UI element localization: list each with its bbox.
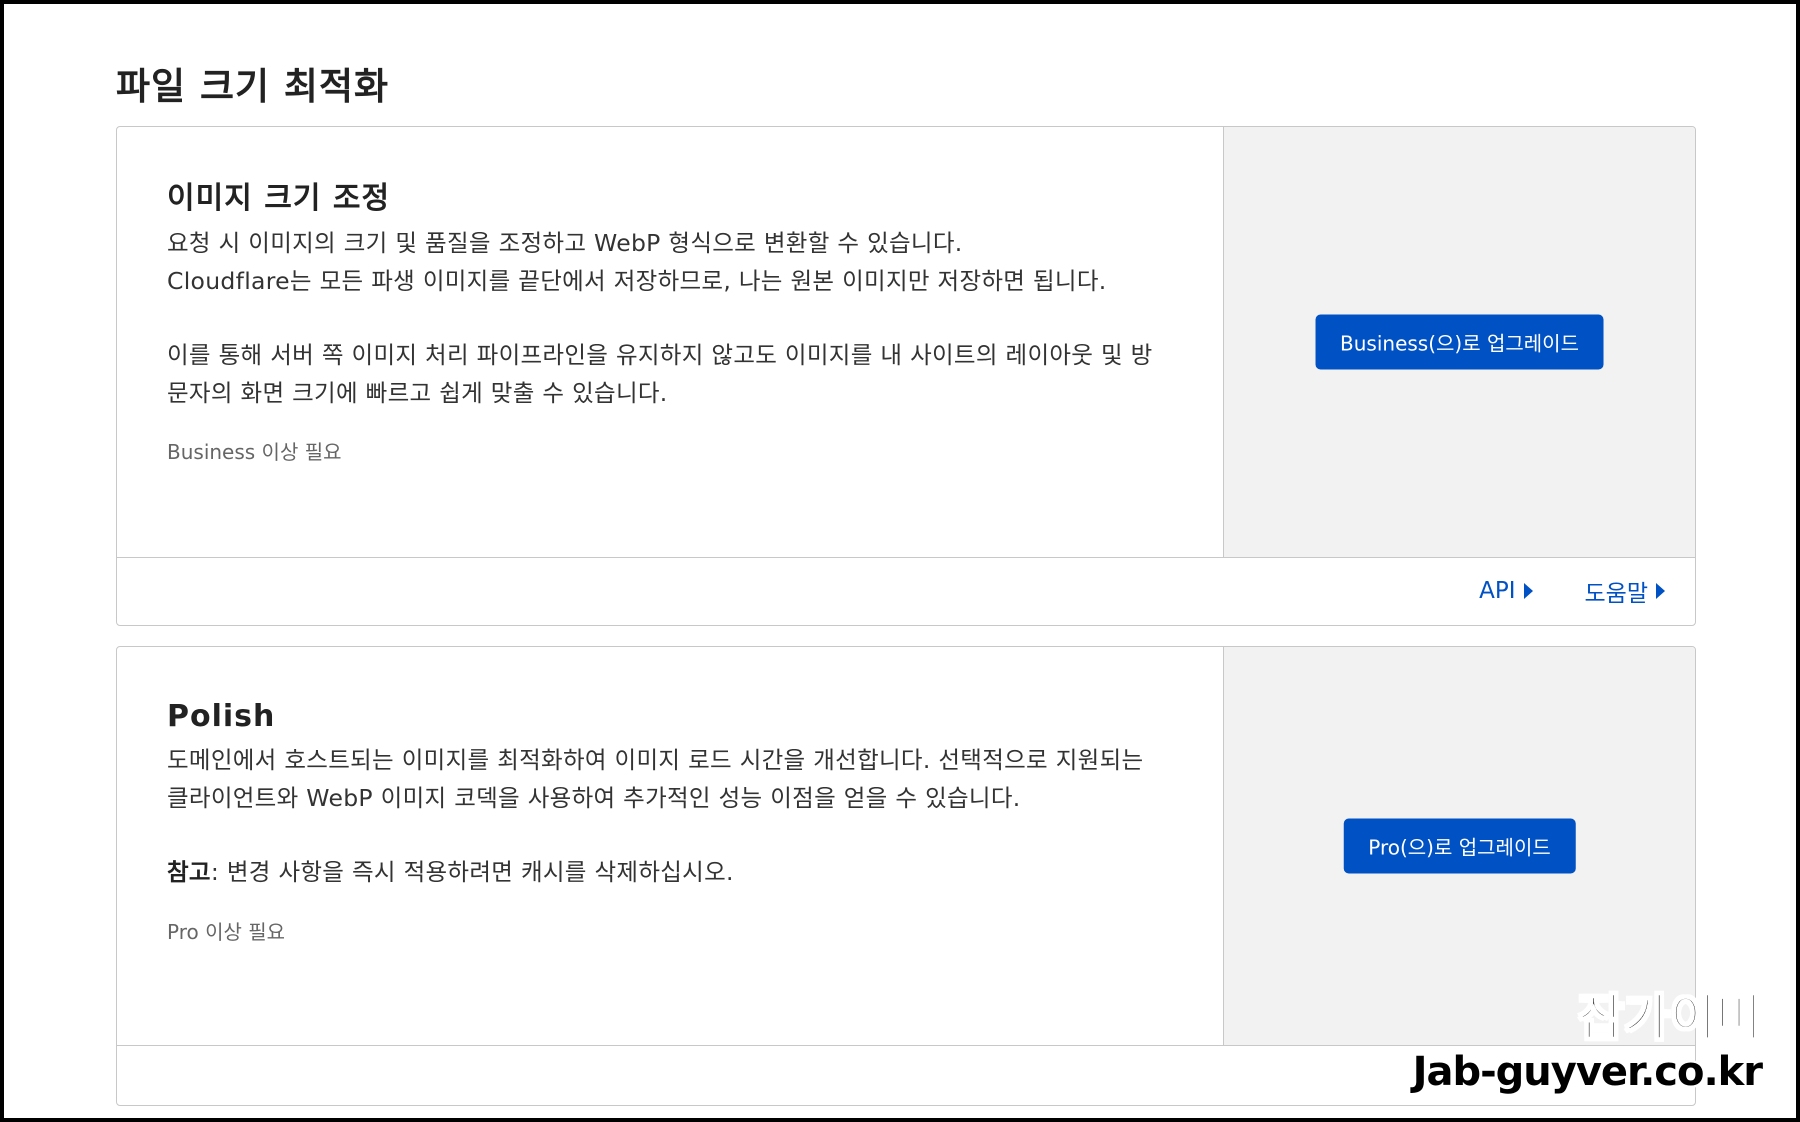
page-title: 파일 크기 최적화: [116, 65, 390, 108]
note-label: 참고: [167, 858, 211, 886]
card-footer: API 도움말: [117, 557, 1695, 625]
card-title: 이미지 크기 조정: [167, 181, 391, 216]
help-link[interactable]: 도움말: [1585, 574, 1665, 608]
card-side-panel: Pro(으)로 업그레이드: [1223, 647, 1695, 1045]
description-line: Cloudflare는 모든 파생 이미지를 끝단에서 저장하므로, 나는 원본…: [167, 266, 1107, 295]
card-footer: [117, 1045, 1695, 1105]
plan-requirement: Business 이상 필요: [167, 440, 342, 464]
card-main: Polish 도메인에서 호스트되는 이미지를 최적화하여 이미지 로드 시간을…: [117, 647, 1223, 1045]
caret-right-icon: [1656, 583, 1665, 599]
card-description-2: 이를 통해 서버 쪽 이미지 처리 파이프라인을 유지하지 않고도 이미지를 내…: [167, 341, 1153, 407]
card-main: 이미지 크기 조정 요청 시 이미지의 크기 및 품질을 조정하고 WebP 형…: [117, 127, 1223, 557]
upgrade-pro-button[interactable]: Pro(으)로 업그레이드: [1343, 818, 1576, 874]
note-text: : 변경 사항을 즉시 적용하려면 캐시를 삭제하십시오.: [210, 858, 734, 886]
upgrade-business-button[interactable]: Business(으)로 업그레이드: [1315, 314, 1604, 370]
plan-requirement: Pro 이상 필요: [167, 919, 286, 944]
card-polish: Polish 도메인에서 호스트되는 이미지를 최적화하여 이미지 로드 시간을…: [116, 646, 1696, 1106]
card-body: 이미지 크기 조정 요청 시 이미지의 크기 및 품질을 조정하고 WebP 형…: [117, 127, 1695, 558]
help-link-label: 도움말: [1584, 581, 1648, 607]
card-body: Polish 도메인에서 호스트되는 이미지를 최적화하여 이미지 로드 시간을…: [117, 647, 1695, 1046]
card-image-resizing: 이미지 크기 조정 요청 시 이미지의 크기 및 품질을 조정하고 WebP 형…: [116, 126, 1696, 626]
api-link[interactable]: API: [1479, 578, 1533, 604]
card-note: 참고: 변경 사항을 즉시 적용하려면 캐시를 삭제하십시오.: [167, 854, 1173, 892]
card-side-panel: Business(으)로 업그레이드: [1223, 127, 1695, 557]
card-description: 요청 시 이미지의 크기 및 품질을 조정하고 WebP 형식으로 변환할 수 …: [167, 225, 1173, 300]
card-description: 도메인에서 호스트되는 이미지를 최적화하여 이미지 로드 시간을 개선합니다.…: [167, 746, 1144, 812]
description-line: 요청 시 이미지의 크기 및 품질을 조정하고 WebP 형식으로 변환할 수 …: [167, 229, 963, 257]
card-title: Polish: [167, 699, 276, 734]
api-link-label: API: [1479, 578, 1516, 604]
caret-right-icon: [1523, 583, 1533, 599]
page-frame: 파일 크기 최적화 이미지 크기 조정 요청 시 이미지의 크기 및 품질을 조…: [4, 4, 1796, 1118]
